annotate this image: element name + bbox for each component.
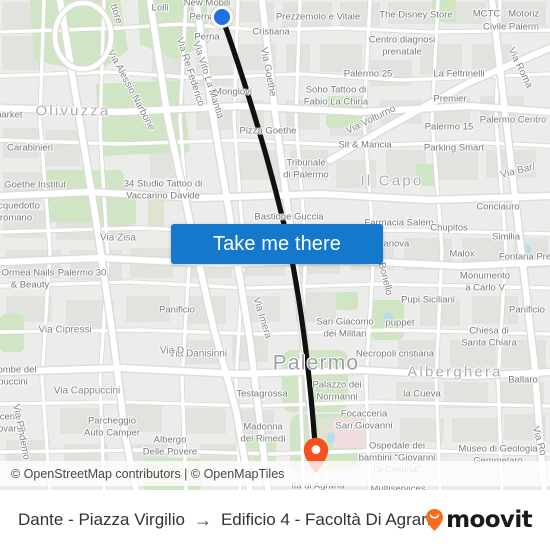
arrow-right-icon: → [193, 510, 212, 530]
map-viewport[interactable]: Lolli New Mobili Prezzemolo e Vitale The Di… [0, 0, 550, 490]
moovit-logo[interactable]: moovit [425, 506, 533, 533]
take-me-there-button[interactable]: Take me there [171, 224, 383, 264]
map-route-screen: Lolli New Mobili Prezzemolo e Vitale The Di… [0, 0, 550, 550]
map-attribution-bar: © OpenStreetMap contributors | © OpenMap… [0, 461, 550, 486]
origin-dot[interactable] [211, 6, 233, 28]
trip-footer: Dante - Piazza Virgilio → Edificio 4 - F… [0, 490, 550, 550]
trip-destination-label: Edificio 4 - Facoltà Di Agraria [220, 510, 441, 529]
moovit-pin-icon [426, 509, 444, 531]
trip-origin-label: Dante - Piazza Virgilio [18, 510, 185, 529]
moovit-wordmark: moovit [446, 506, 532, 533]
trip-summary: Dante - Piazza Virgilio → Edificio 4 - F… [18, 510, 440, 530]
attribution-text[interactable]: © OpenStreetMap contributors | © OpenMap… [0, 467, 284, 481]
